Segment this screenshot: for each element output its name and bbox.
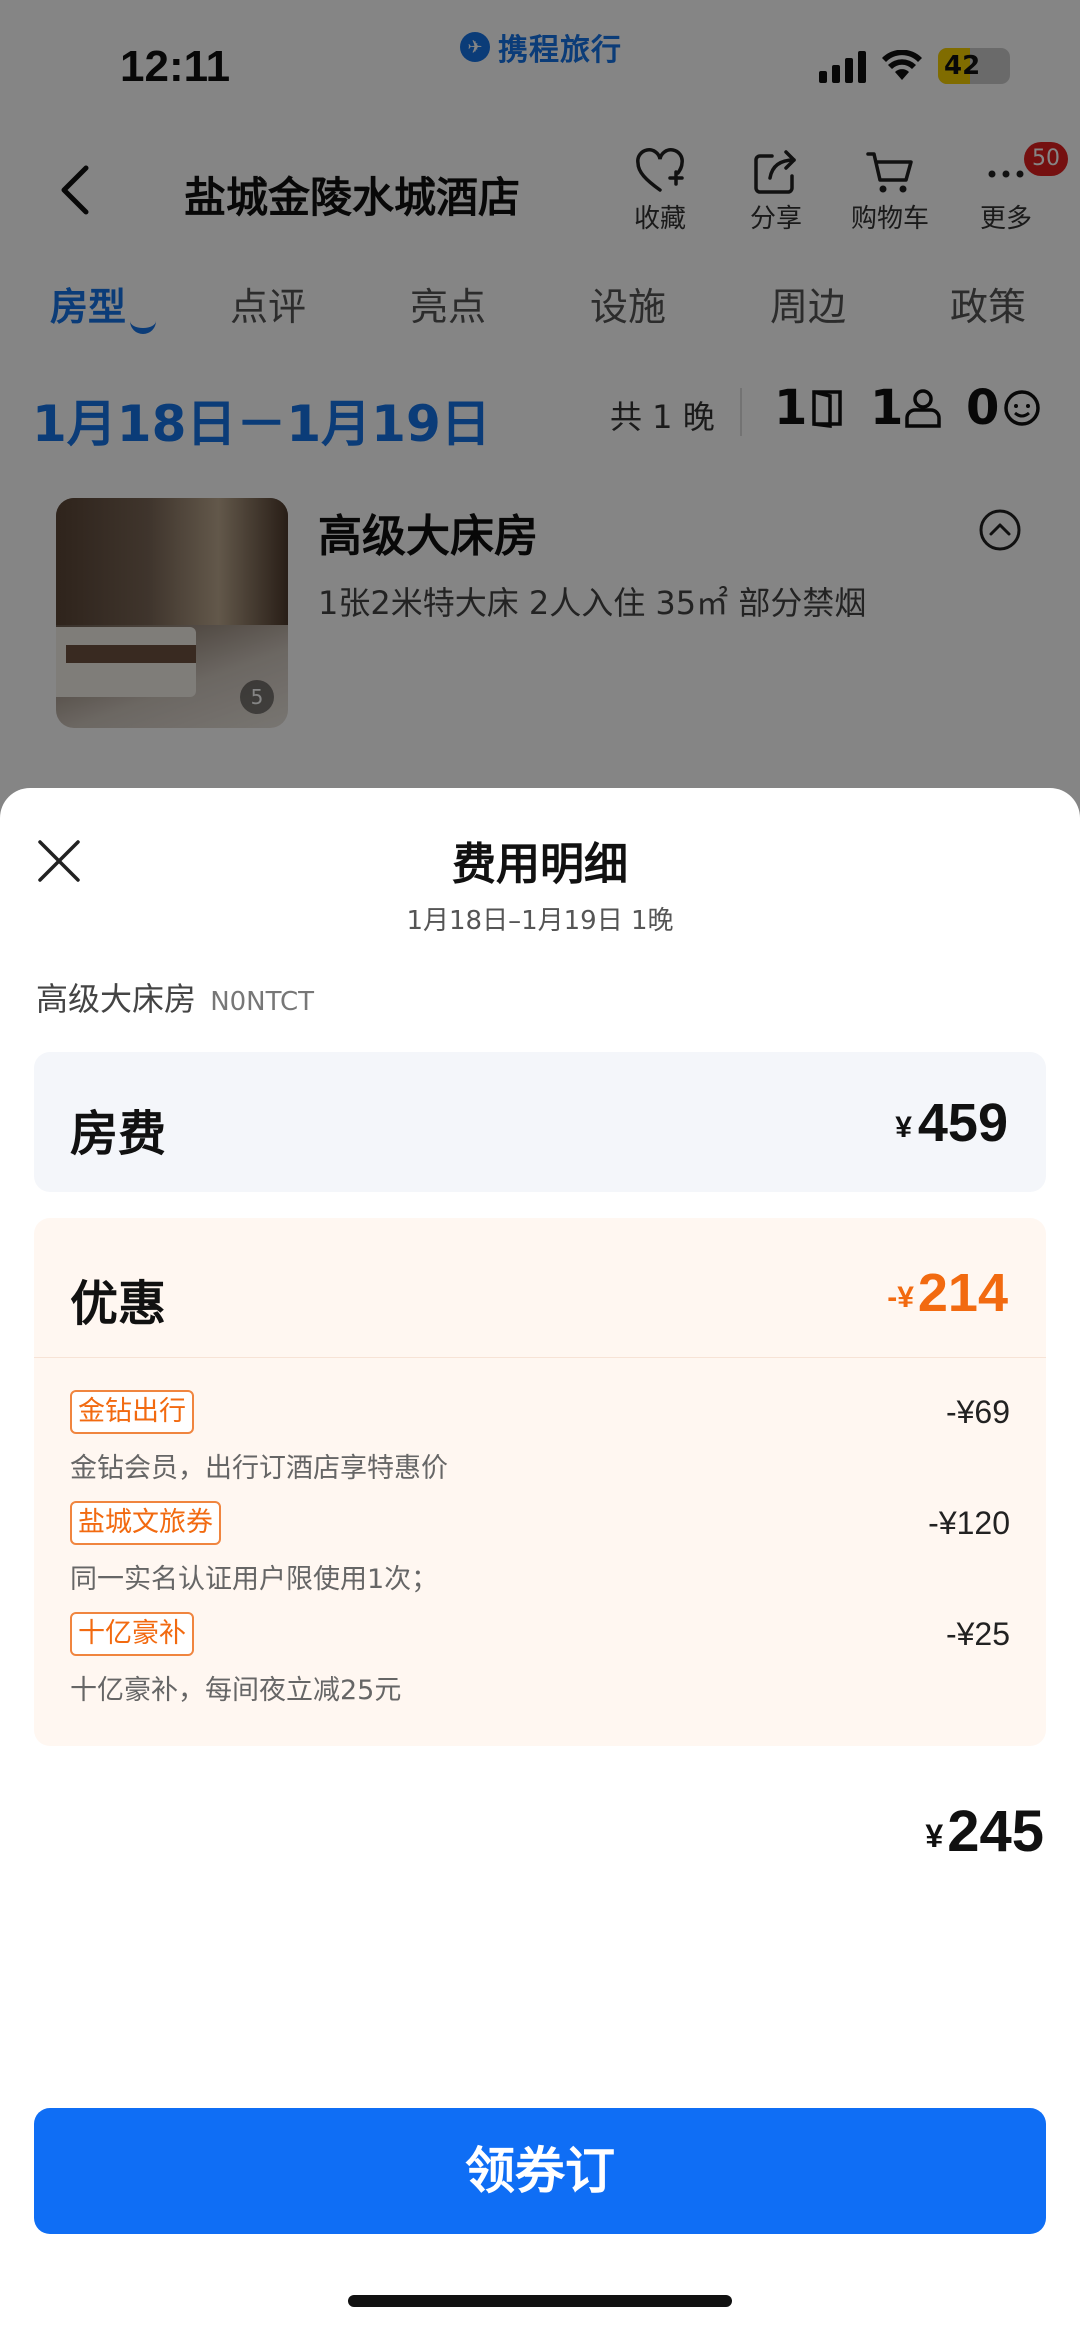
currency-symbol: ¥ [895, 1111, 912, 1144]
discount-tag: 金钻出行 [70, 1390, 194, 1434]
discount-item: 金钻出行 金钻会员，出行订酒店享特惠价 -¥69 [70, 1390, 1010, 1490]
discount-header: 优惠 -¥214 [34, 1218, 1046, 1358]
discount-label: 优惠 [70, 1276, 167, 1332]
discount-total: -¥214 [887, 1262, 1008, 1324]
discount-item: 十亿豪补 十亿豪补，每间夜立减25元 -¥25 [70, 1612, 1010, 1712]
discount-desc: 同一实名认证用户限使用1次； [70, 1564, 439, 1595]
discount-item: 盐城文旅券 同一实名认证用户限使用1次； -¥120 [70, 1501, 1010, 1601]
discount-section: 优惠 -¥214 金钻出行 金钻会员，出行订酒店享特惠价 -¥69 盐城文旅券 … [34, 1218, 1046, 1746]
total-value: 245 [947, 1799, 1044, 1864]
room-fee-row: 房费 ¥459 [34, 1052, 1046, 1192]
discount-desc: 十亿豪补，每间夜立减25元 [70, 1675, 402, 1706]
discount-prefix: -¥ [887, 1281, 914, 1314]
discount-desc: 金钻会员，出行订酒店享特惠价 [70, 1453, 448, 1484]
discount-amount: -¥120 [928, 1505, 1010, 1541]
total-price: ¥245 [925, 1798, 1044, 1865]
room-fee-label: 房费 [70, 1106, 167, 1162]
room-fee-amount: ¥459 [895, 1092, 1008, 1154]
sheet-room-code: N0NTCT [210, 987, 315, 1017]
discount-total-value: 214 [917, 1263, 1008, 1323]
sheet-room-line: 高级大床房 N0NTCT [36, 974, 314, 1020]
room-fee-value: 459 [917, 1093, 1008, 1153]
total-currency: ¥ [925, 1818, 944, 1854]
claim-coupon-book-button[interactable]: 领券订 [34, 2108, 1046, 2234]
home-indicator [348, 2295, 732, 2307]
fee-detail-sheet: 费用明细 1月18日–1月19日 1晚 高级大床房 N0NTCT 房费 ¥459… [0, 788, 1080, 2337]
discount-amount: -¥69 [945, 1394, 1010, 1430]
discount-amount: -¥25 [945, 1616, 1010, 1652]
discount-tag: 盐城文旅券 [70, 1501, 221, 1545]
sheet-room-name: 高级大床房 [36, 980, 197, 1018]
sheet-subtitle: 1月18日–1月19日 1晚 [406, 906, 674, 936]
sheet-title: 费用明细 [452, 839, 628, 890]
discount-tag: 十亿豪补 [70, 1612, 194, 1656]
